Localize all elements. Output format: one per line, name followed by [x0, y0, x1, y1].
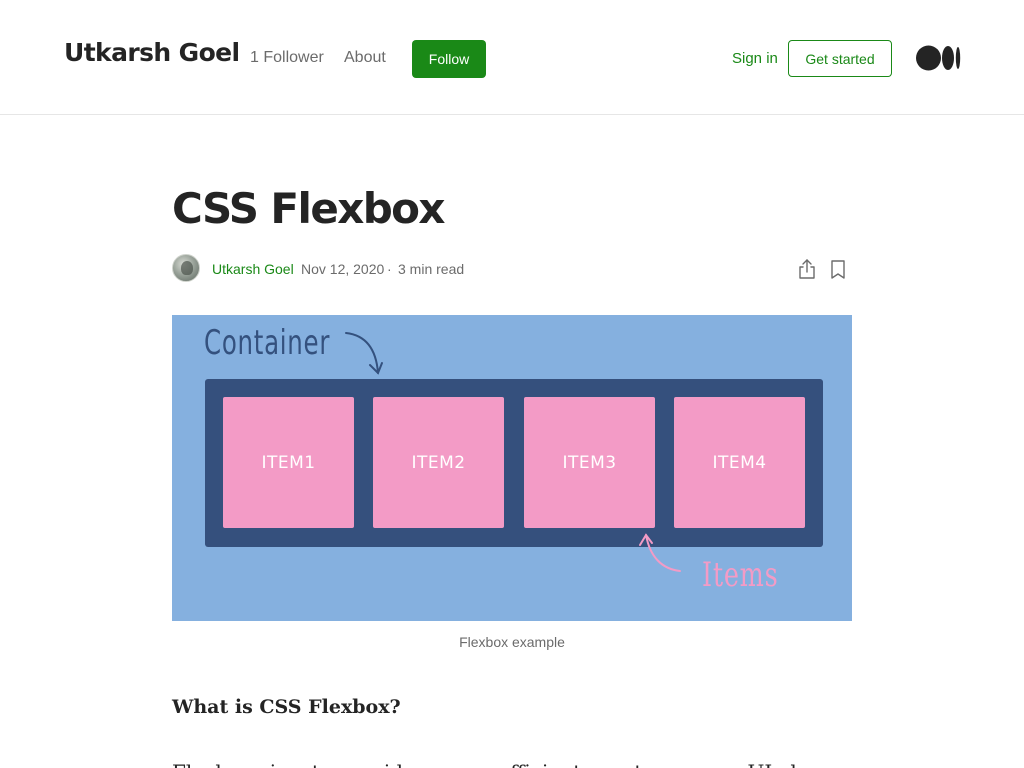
top-navigation-bar: Utkarsh Goel 1 Follower About Follow Sig…	[0, 0, 1024, 115]
publish-date: Nov 12, 2020	[301, 261, 385, 277]
publication-name[interactable]: Utkarsh Goel	[64, 38, 240, 67]
items-label: Items	[702, 555, 779, 595]
meta-separator: ·	[387, 261, 392, 277]
get-started-button[interactable]: Get started	[788, 40, 892, 77]
curved-arrow-icon	[345, 332, 383, 375]
flex-item-1: ITEM1	[223, 397, 354, 528]
bookmark-icon[interactable]	[828, 259, 848, 281]
follow-button[interactable]: Follow	[412, 40, 486, 78]
flex-item-2: ITEM2	[373, 397, 504, 528]
followers-count[interactable]: 1 Follower	[250, 49, 324, 67]
medium-logo-icon[interactable]	[916, 45, 961, 71]
flex-item-3: ITEM3	[524, 397, 655, 528]
flex-container-box: ITEM1 ITEM2 ITEM3 ITEM4	[205, 379, 823, 547]
curved-arrow-icon	[639, 533, 681, 572]
flexbox-illustration: Container ITEM1 ITEM2 ITEM3 ITEM4 Items	[172, 315, 852, 621]
container-label: Container	[204, 323, 331, 363]
section-heading: What is CSS Flexbox?	[172, 696, 401, 718]
author-name-link[interactable]: Utkarsh Goel	[212, 261, 294, 277]
share-icon[interactable]	[796, 258, 818, 280]
article-paragraph: Flexbox aims to provide a more efficient…	[172, 760, 852, 768]
article-title: CSS Flexbox	[172, 184, 446, 233]
figure-caption: Flexbox example	[459, 634, 565, 650]
about-link[interactable]: About	[344, 49, 386, 67]
read-time: 3 min read	[398, 261, 465, 277]
sign-in-link[interactable]: Sign in	[732, 50, 778, 67]
article-meta: Utkarsh Goel Nov 12, 2020 · 3 min read	[172, 254, 852, 282]
flex-item-4: ITEM4	[674, 397, 805, 528]
author-avatar[interactable]	[172, 254, 200, 282]
